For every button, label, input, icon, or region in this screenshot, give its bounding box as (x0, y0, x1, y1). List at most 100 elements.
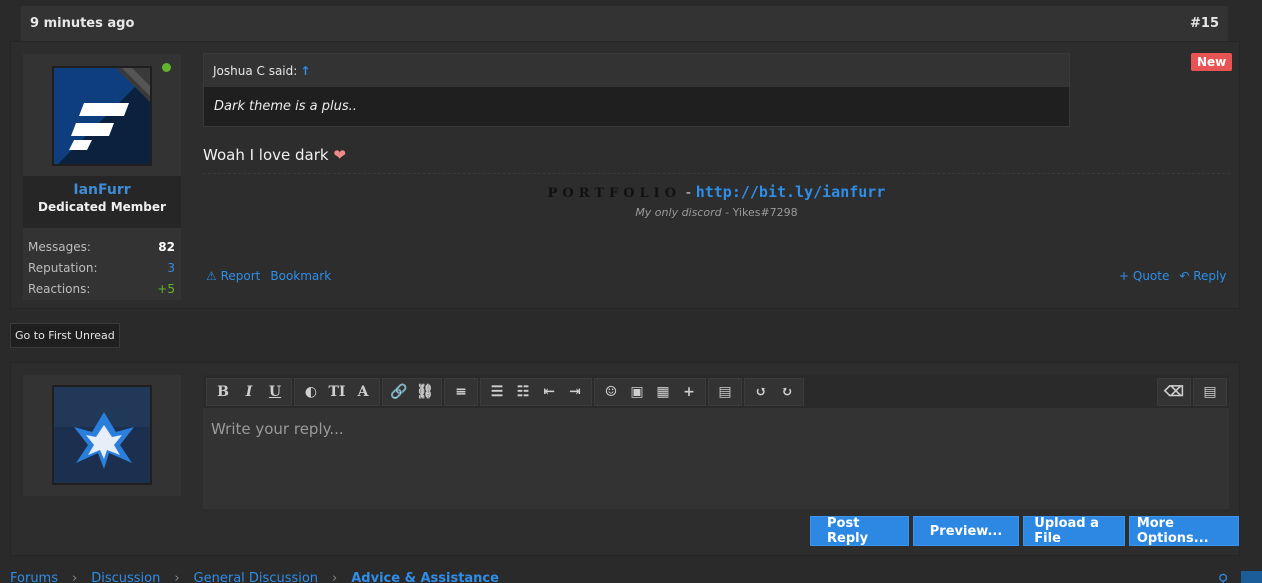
underline-icon[interactable]: U (262, 380, 288, 404)
bookmark-button[interactable]: Bookmark (270, 269, 331, 283)
reply-avatar-icon (54, 387, 150, 483)
user-title: Dedicated Member (38, 200, 166, 214)
font-size-icon[interactable]: TI (324, 380, 350, 404)
signature-divider (203, 173, 1230, 174)
breadcrumb-general[interactable]: General Discussion (194, 571, 319, 583)
reply-editor: B I U ◐ TI A 🔗 ⛓ ≡ ☰ ☷ ⇤ ⇥ ☺ ▣ ▦ + ▤ ↺ ↻… (203, 375, 1229, 509)
stat-label: Reputation: (28, 260, 98, 275)
bold-icon[interactable]: B (210, 380, 236, 404)
chevron-right-icon: › (72, 571, 78, 583)
more-options-button[interactable]: More Options... (1128, 516, 1239, 546)
quote-button[interactable]: + Quote (1119, 269, 1169, 283)
preview-button[interactable]: Preview... (912, 516, 1020, 546)
signature-line: PORTFOLIO - http://bit.ly/ianfurr (203, 183, 1230, 201)
stat-label: Reactions: (28, 281, 91, 296)
stat-reactions: Reactions: +5 (28, 278, 175, 299)
chevron-right-icon: › (174, 571, 180, 583)
post-reply-button[interactable]: Post Reply (810, 516, 909, 546)
sitemap-icon[interactable]: ⚲ (1218, 572, 1228, 583)
align-left-icon[interactable]: ≡ (448, 380, 474, 404)
post-number[interactable]: #15 (1190, 16, 1219, 31)
signature-discord-label: My only discord (635, 206, 722, 219)
bbcode-icon[interactable]: ▤ (1197, 380, 1223, 404)
quote-jump-icon[interactable]: ↑ (300, 64, 310, 78)
italic-icon[interactable]: I (236, 380, 262, 404)
color-icon[interactable]: ◐ (298, 380, 324, 404)
reply-icon: ↶ (1179, 269, 1190, 283)
username[interactable]: IanFurr (23, 182, 181, 198)
clear-group: ⌫ (1157, 377, 1191, 406)
breadcrumb: Forums › Discussion › General Discussion… (10, 571, 499, 583)
list-group: ☰ ☷ ⇤ ⇥ (480, 377, 592, 406)
link-group: 🔗 ⛓ (382, 377, 442, 406)
user-name-block: IanFurr Dedicated Member (23, 176, 181, 228)
reply-button[interactable]: ↶ Reply (1179, 269, 1226, 283)
media-icon[interactable]: ▦ (650, 380, 676, 404)
font-family-icon[interactable]: A (350, 380, 376, 404)
post-time[interactable]: 9 minutes ago (30, 16, 134, 31)
link-icon[interactable]: 🔗 (386, 380, 412, 404)
avatar-logo-icon (54, 68, 150, 164)
post-header: 9 minutes ago #15 (21, 6, 1228, 41)
save-draft-icon[interactable]: ▤ (712, 380, 738, 404)
stat-value: +5 (157, 281, 175, 296)
signature-portfolio: PORTFOLIO (547, 186, 682, 201)
style-group: ◐ TI A (294, 377, 380, 406)
reply-label: Reply (1193, 269, 1227, 283)
breadcrumb-discussion[interactable]: Discussion (91, 571, 160, 583)
toolbar-right: ⌫ ▤ (1157, 377, 1229, 406)
history-group: ↺ ↻ (744, 377, 804, 406)
stat-value: 82 (158, 239, 175, 254)
bullet-list-icon[interactable]: ☰ (484, 380, 510, 404)
post-message: Woah I love dark ❤ (203, 146, 346, 164)
user-info-panel: IanFurr Dedicated Member Messages: 82 Re… (23, 54, 181, 300)
draft-group: ▤ (708, 377, 742, 406)
signature-link[interactable]: http://bit.ly/ianfurr (696, 183, 886, 201)
number-list-icon[interactable]: ☷ (510, 380, 536, 404)
editor-toolbar: B I U ◐ TI A 🔗 ⛓ ≡ ☰ ☷ ⇤ ⇥ ☺ ▣ ▦ + ▤ ↺ ↻… (203, 375, 1229, 408)
signature-discord-tag: - Yikes#7298 (721, 206, 798, 219)
post-actions-left: ⚠ Report Bookmark (206, 269, 331, 283)
reply-buttons: Post Reply Preview... Upload a File More… (810, 516, 1239, 546)
message-text: Woah I love dark (203, 146, 329, 164)
image-icon[interactable]: ▣ (624, 380, 650, 404)
scroll-top-button[interactable] (1241, 571, 1262, 583)
report-label: Report (220, 269, 261, 283)
upload-file-button[interactable]: Upload a File (1023, 516, 1125, 546)
quote-block: Joshua C said: ↑ Dark theme is a plus.. (203, 53, 1070, 127)
report-button[interactable]: ⚠ Report (206, 269, 260, 283)
reply-input[interactable]: Write your reply... (203, 408, 1229, 509)
stat-messages: Messages: 82 (28, 236, 175, 257)
smiley-icon[interactable]: ☺ (598, 380, 624, 404)
quote-author: Joshua C said: (213, 63, 298, 78)
quick-reply: B I U ◐ TI A 🔗 ⛓ ≡ ☰ ☷ ⇤ ⇥ ☺ ▣ ▦ + ▤ ↺ ↻… (10, 362, 1240, 556)
reply-user-panel (23, 375, 181, 496)
heart-icon: ❤ (333, 146, 346, 164)
align-group: ≡ (444, 377, 478, 406)
breadcrumb-forums[interactable]: Forums (10, 571, 58, 583)
undo-icon[interactable]: ↺ (748, 380, 774, 404)
user-stats: Messages: 82 Reputation: 3 Reactions: +5 (28, 236, 175, 299)
reply-avatar (52, 385, 152, 485)
avatar[interactable] (52, 66, 152, 166)
insert-more-icon[interactable]: + (676, 380, 702, 404)
eraser-icon[interactable]: ⌫ (1161, 380, 1187, 404)
signature-dash: - (681, 183, 696, 201)
unlink-icon[interactable]: ⛓ (412, 380, 438, 404)
redo-icon[interactable]: ↻ (774, 380, 800, 404)
post-container: IanFurr Dedicated Member Messages: 82 Re… (10, 41, 1240, 309)
breadcrumb-advice[interactable]: Advice & Assistance (351, 571, 499, 583)
quote-text: Dark theme is a plus.. (214, 99, 357, 114)
post-actions-right: + Quote ↶ Reply (1119, 269, 1226, 283)
chevron-right-icon: › (332, 571, 338, 583)
warning-icon: ⚠ (206, 269, 217, 283)
quote-header: Joshua C said: ↑ (204, 54, 1069, 87)
source-group: ▤ (1193, 377, 1227, 406)
indent-icon[interactable]: ⇥ (562, 380, 588, 404)
first-unread-button[interactable]: Go to First Unread (10, 323, 120, 348)
stat-value: 3 (167, 260, 175, 275)
outdent-icon[interactable]: ⇤ (536, 380, 562, 404)
format-group: B I U (206, 377, 292, 406)
stat-reputation: Reputation: 3 (28, 257, 175, 278)
insert-group: ☺ ▣ ▦ + (594, 377, 706, 406)
